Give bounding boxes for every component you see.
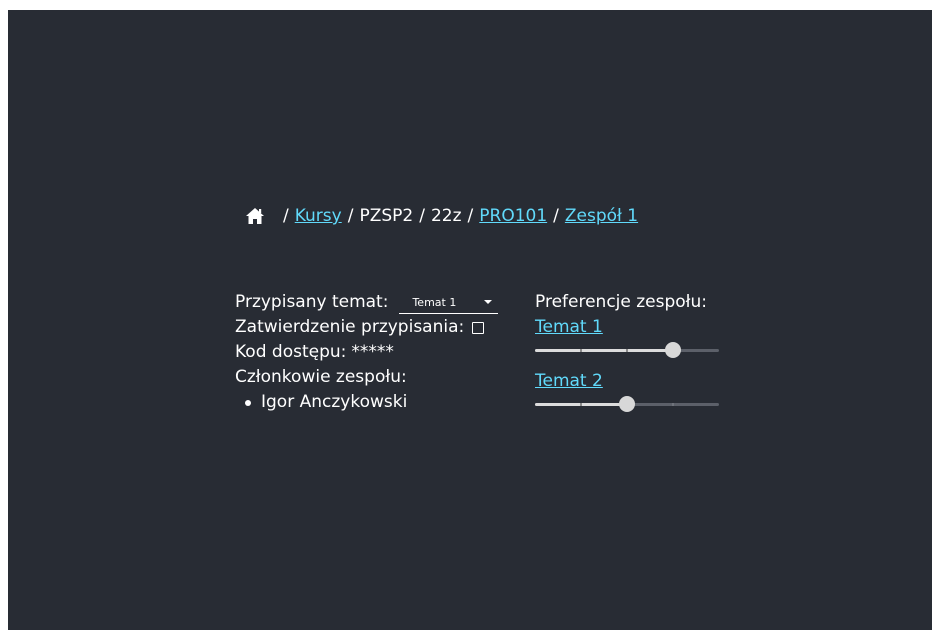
slider-tick [580, 403, 582, 406]
home-icon[interactable] [245, 207, 265, 225]
access-code-label: Kod dostępu: [235, 342, 347, 362]
breadcrumb: / Kursy / PZSP2 / 22z / PRO101 / Zespół … [245, 202, 638, 230]
team-info: Przypisany temat: Temat 1 Zatwierdzenie … [235, 290, 499, 415]
breadcrumb-separator: / [553, 206, 559, 226]
breadcrumb-group-link[interactable]: PRO101 [479, 206, 547, 226]
approval-row: Zatwierdzenie przypisania: [235, 315, 498, 340]
members-row: Członkowie zespołu: [235, 365, 498, 390]
breadcrumb-course-code: PZSP2 [359, 206, 414, 226]
breadcrumb-separator: / [467, 206, 474, 226]
slider-tick [672, 403, 674, 406]
assigned-topic-row: Przypisany temat: Temat 1 [235, 290, 499, 315]
access-code-value: ***** [351, 342, 394, 362]
slider-thumb[interactable] [619, 396, 635, 412]
team-preferences: Preferencje zespołu: Temat 1 Temat 2 [535, 290, 725, 414]
assigned-topic-value: Temat 1 [412, 295, 457, 309]
breadcrumb-kursy-link[interactable]: Kursy [295, 206, 342, 226]
approval-label: Zatwierdzenie przypisania: [235, 317, 465, 337]
assigned-topic-select[interactable]: Temat 1 [399, 292, 499, 314]
bullet-icon [245, 399, 251, 406]
members-label: Członkowie zespołu: [235, 367, 407, 387]
breadcrumb-separator: / [419, 206, 425, 226]
access-code-row: Kod dostępu: ***** [235, 340, 498, 365]
assigned-topic-label: Przypisany temat: [235, 292, 389, 312]
caret-down-icon [484, 300, 493, 304]
preference-topic-1-slider[interactable] [535, 340, 719, 360]
app-screen: / Kursy / PZSP2 / 22z / PRO101 / Zespół … [8, 10, 932, 630]
slider-tick [626, 349, 628, 352]
slider-fill [535, 349, 673, 352]
preference-topic-2-link[interactable]: Temat 2 [535, 369, 603, 394]
breadcrumb-separator: / [283, 206, 289, 226]
breadcrumb-semester: 22z [430, 206, 462, 226]
slider-tick [580, 349, 582, 352]
breadcrumb-separator: / [347, 206, 354, 226]
preferences-label: Preferencje zespołu: [535, 292, 708, 312]
approval-checkbox[interactable] [472, 321, 485, 334]
slider-thumb[interactable] [665, 342, 681, 358]
members-list: Igor Anczykowski [235, 390, 498, 415]
breadcrumb-team-link[interactable]: Zespół 1 [565, 206, 638, 226]
preference-topic-2-slider[interactable] [535, 394, 719, 414]
list-item: Igor Anczykowski [235, 390, 498, 415]
preference-topic-1-link[interactable]: Temat 1 [535, 315, 603, 340]
member-name: Igor Anczykowski [261, 392, 408, 412]
